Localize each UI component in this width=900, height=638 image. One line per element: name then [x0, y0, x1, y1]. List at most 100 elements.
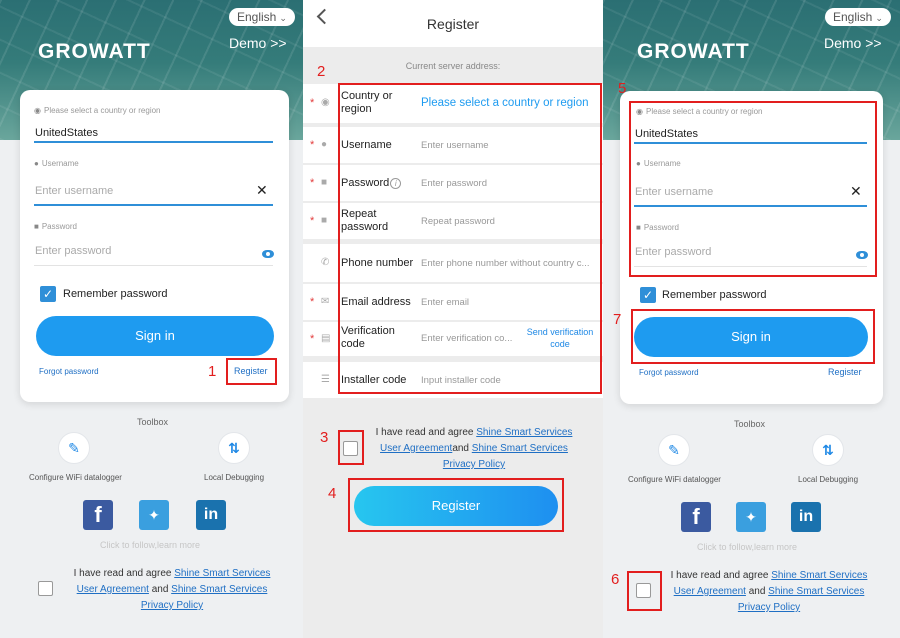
privacy-policy-link[interactable]: Privacy Policy: [738, 602, 800, 613]
remember-label: Remember password: [63, 288, 168, 300]
username-label: ● Username: [34, 159, 79, 168]
login-screen-2: English ⌄ Demo >> GROWATT ◉ Please select …: [603, 0, 900, 638]
globe-icon: ◉: [321, 97, 330, 108]
service-link-2[interactable]: Shine Smart Services: [768, 586, 864, 597]
local-debug-icon[interactable]: ⇅: [812, 434, 844, 466]
country-field[interactable]: UnitedStates: [35, 127, 98, 139]
wifi-config-icon[interactable]: ✎: [58, 432, 90, 464]
register-header: Register: [303, 0, 603, 47]
demo-link[interactable]: Demo >>: [824, 35, 882, 51]
language-selector[interactable]: English ⌄: [825, 8, 891, 26]
clear-icon[interactable]: ✕: [256, 182, 268, 199]
country-label-text: Please select a country or region: [43, 106, 161, 115]
linkedin-icon[interactable]: in: [791, 502, 821, 532]
chevron-down-icon: ⌄: [875, 13, 883, 23]
service-link-1[interactable]: Shine Smart Services: [174, 568, 270, 579]
facebook-icon[interactable]: f: [83, 500, 113, 530]
agree-and: and: [745, 586, 769, 597]
register-link[interactable]: Register: [828, 367, 862, 377]
country-label: ◉ Please select a country or region: [34, 106, 161, 115]
step-number-1: 1: [208, 363, 217, 380]
agreement-text: I have read and agree Shine Smart Servic…: [661, 568, 877, 616]
register-screen: Register Current server address: * ◉ Cou…: [303, 0, 603, 638]
step-number-3: 3: [320, 429, 329, 446]
service-link-1[interactable]: Shine Smart Services: [771, 570, 867, 581]
eye-icon[interactable]: [262, 250, 274, 258]
phone-icon: ✆: [321, 257, 330, 268]
code-icon: ▤: [321, 333, 331, 344]
toolbox-title: Toolbox: [734, 419, 766, 429]
forgot-password-link[interactable]: Forgot password: [39, 367, 99, 376]
language-selector[interactable]: English ⌄: [229, 8, 295, 26]
language-label: English: [237, 10, 277, 24]
agree-and: and: [148, 584, 172, 595]
step-number-6: 6: [611, 571, 620, 588]
login-screen-1: English ⌄ Demo >> GROWATT ◉ Please select …: [0, 0, 303, 638]
agree-prefix: I have read and agree: [73, 568, 175, 579]
user-icon: ●: [321, 139, 328, 150]
local-debug-icon[interactable]: ⇅: [218, 432, 250, 464]
demo-link[interactable]: Demo >>: [229, 35, 287, 51]
check-icon: ✓: [642, 288, 654, 302]
twitter-icon[interactable]: ✦: [139, 500, 169, 530]
service-link-2[interactable]: Shine Smart Services: [472, 443, 568, 454]
annotation-box-6: [627, 571, 662, 611]
check-icon: ✓: [42, 287, 54, 301]
username-input[interactable]: Enter username: [35, 185, 113, 197]
annotation-box-3: [338, 430, 364, 465]
local-debug-label: Local Debugging: [204, 473, 265, 482]
annotation-box-4: [348, 478, 564, 532]
sign-in-button[interactable]: Sign in: [36, 316, 274, 356]
privacy-policy-link[interactable]: Privacy Policy: [443, 459, 505, 470]
wifi-config-icon[interactable]: ✎: [658, 434, 690, 466]
password-label-text: Password: [41, 222, 77, 231]
growatt-logo: GROWATT: [637, 40, 750, 63]
server-address: Current server address:: [405, 61, 501, 71]
annotation-box-5: [629, 101, 877, 277]
agree-prefix: I have read and agree: [670, 570, 772, 581]
agreement-text: I have read and agree Shine Smart Servic…: [369, 425, 579, 473]
remember-checkbox[interactable]: ✓: [40, 286, 56, 302]
globe-icon: ◉: [34, 106, 41, 115]
required-mark: *: [310, 139, 315, 151]
service-link-2[interactable]: Shine Smart Services: [171, 584, 267, 595]
username-label-text: Username: [41, 159, 79, 168]
country-underline: [34, 141, 273, 143]
user-agreement-link[interactable]: User Agreement: [77, 584, 149, 595]
agreement-text: I have read and agree Shine Smart Servic…: [62, 566, 282, 614]
step-number-4: 4: [328, 485, 337, 502]
remember-label: Remember password: [662, 289, 767, 301]
required-mark: *: [310, 97, 315, 109]
linkedin-icon[interactable]: in: [196, 500, 226, 530]
required-mark: *: [310, 177, 315, 189]
forgot-password-link[interactable]: Forgot password: [639, 368, 699, 377]
privacy-policy-link[interactable]: Privacy Policy: [141, 600, 203, 611]
step-number-5: 5: [618, 80, 627, 97]
password-input[interactable]: Enter password: [35, 245, 111, 257]
wifi-config-label: Configure WiFi datalogger: [29, 473, 122, 482]
user-agreement-link[interactable]: User Agreement: [674, 586, 746, 597]
annotation-box-7: [631, 309, 875, 364]
lock-icon: ■: [321, 177, 328, 188]
service-link-1[interactable]: Shine Smart Services: [476, 427, 572, 438]
facebook-icon[interactable]: f: [681, 502, 711, 532]
lock-icon: ■: [34, 222, 39, 231]
annotation-box-1: [226, 358, 277, 385]
required-mark: *: [310, 296, 315, 308]
mail-icon: ✉: [321, 296, 330, 307]
wifi-config-label: Configure WiFi datalogger: [628, 475, 721, 484]
password-underline: [34, 265, 273, 266]
language-label: English: [833, 10, 873, 24]
agree-prefix: I have read and agree: [375, 427, 477, 438]
step-number-2: 2: [317, 63, 326, 80]
remember-checkbox[interactable]: ✓: [640, 287, 656, 303]
user-icon: ●: [34, 159, 39, 168]
follow-text: Click to follow,learn more: [100, 540, 201, 550]
required-mark: *: [310, 333, 315, 345]
user-agreement-link[interactable]: User Agreement: [380, 443, 452, 454]
local-debug-label: Local Debugging: [798, 475, 859, 484]
twitter-icon[interactable]: ✦: [736, 502, 766, 532]
growatt-logo: GROWATT: [38, 40, 151, 63]
required-mark: *: [310, 215, 315, 227]
agree-checkbox[interactable]: [38, 581, 53, 596]
